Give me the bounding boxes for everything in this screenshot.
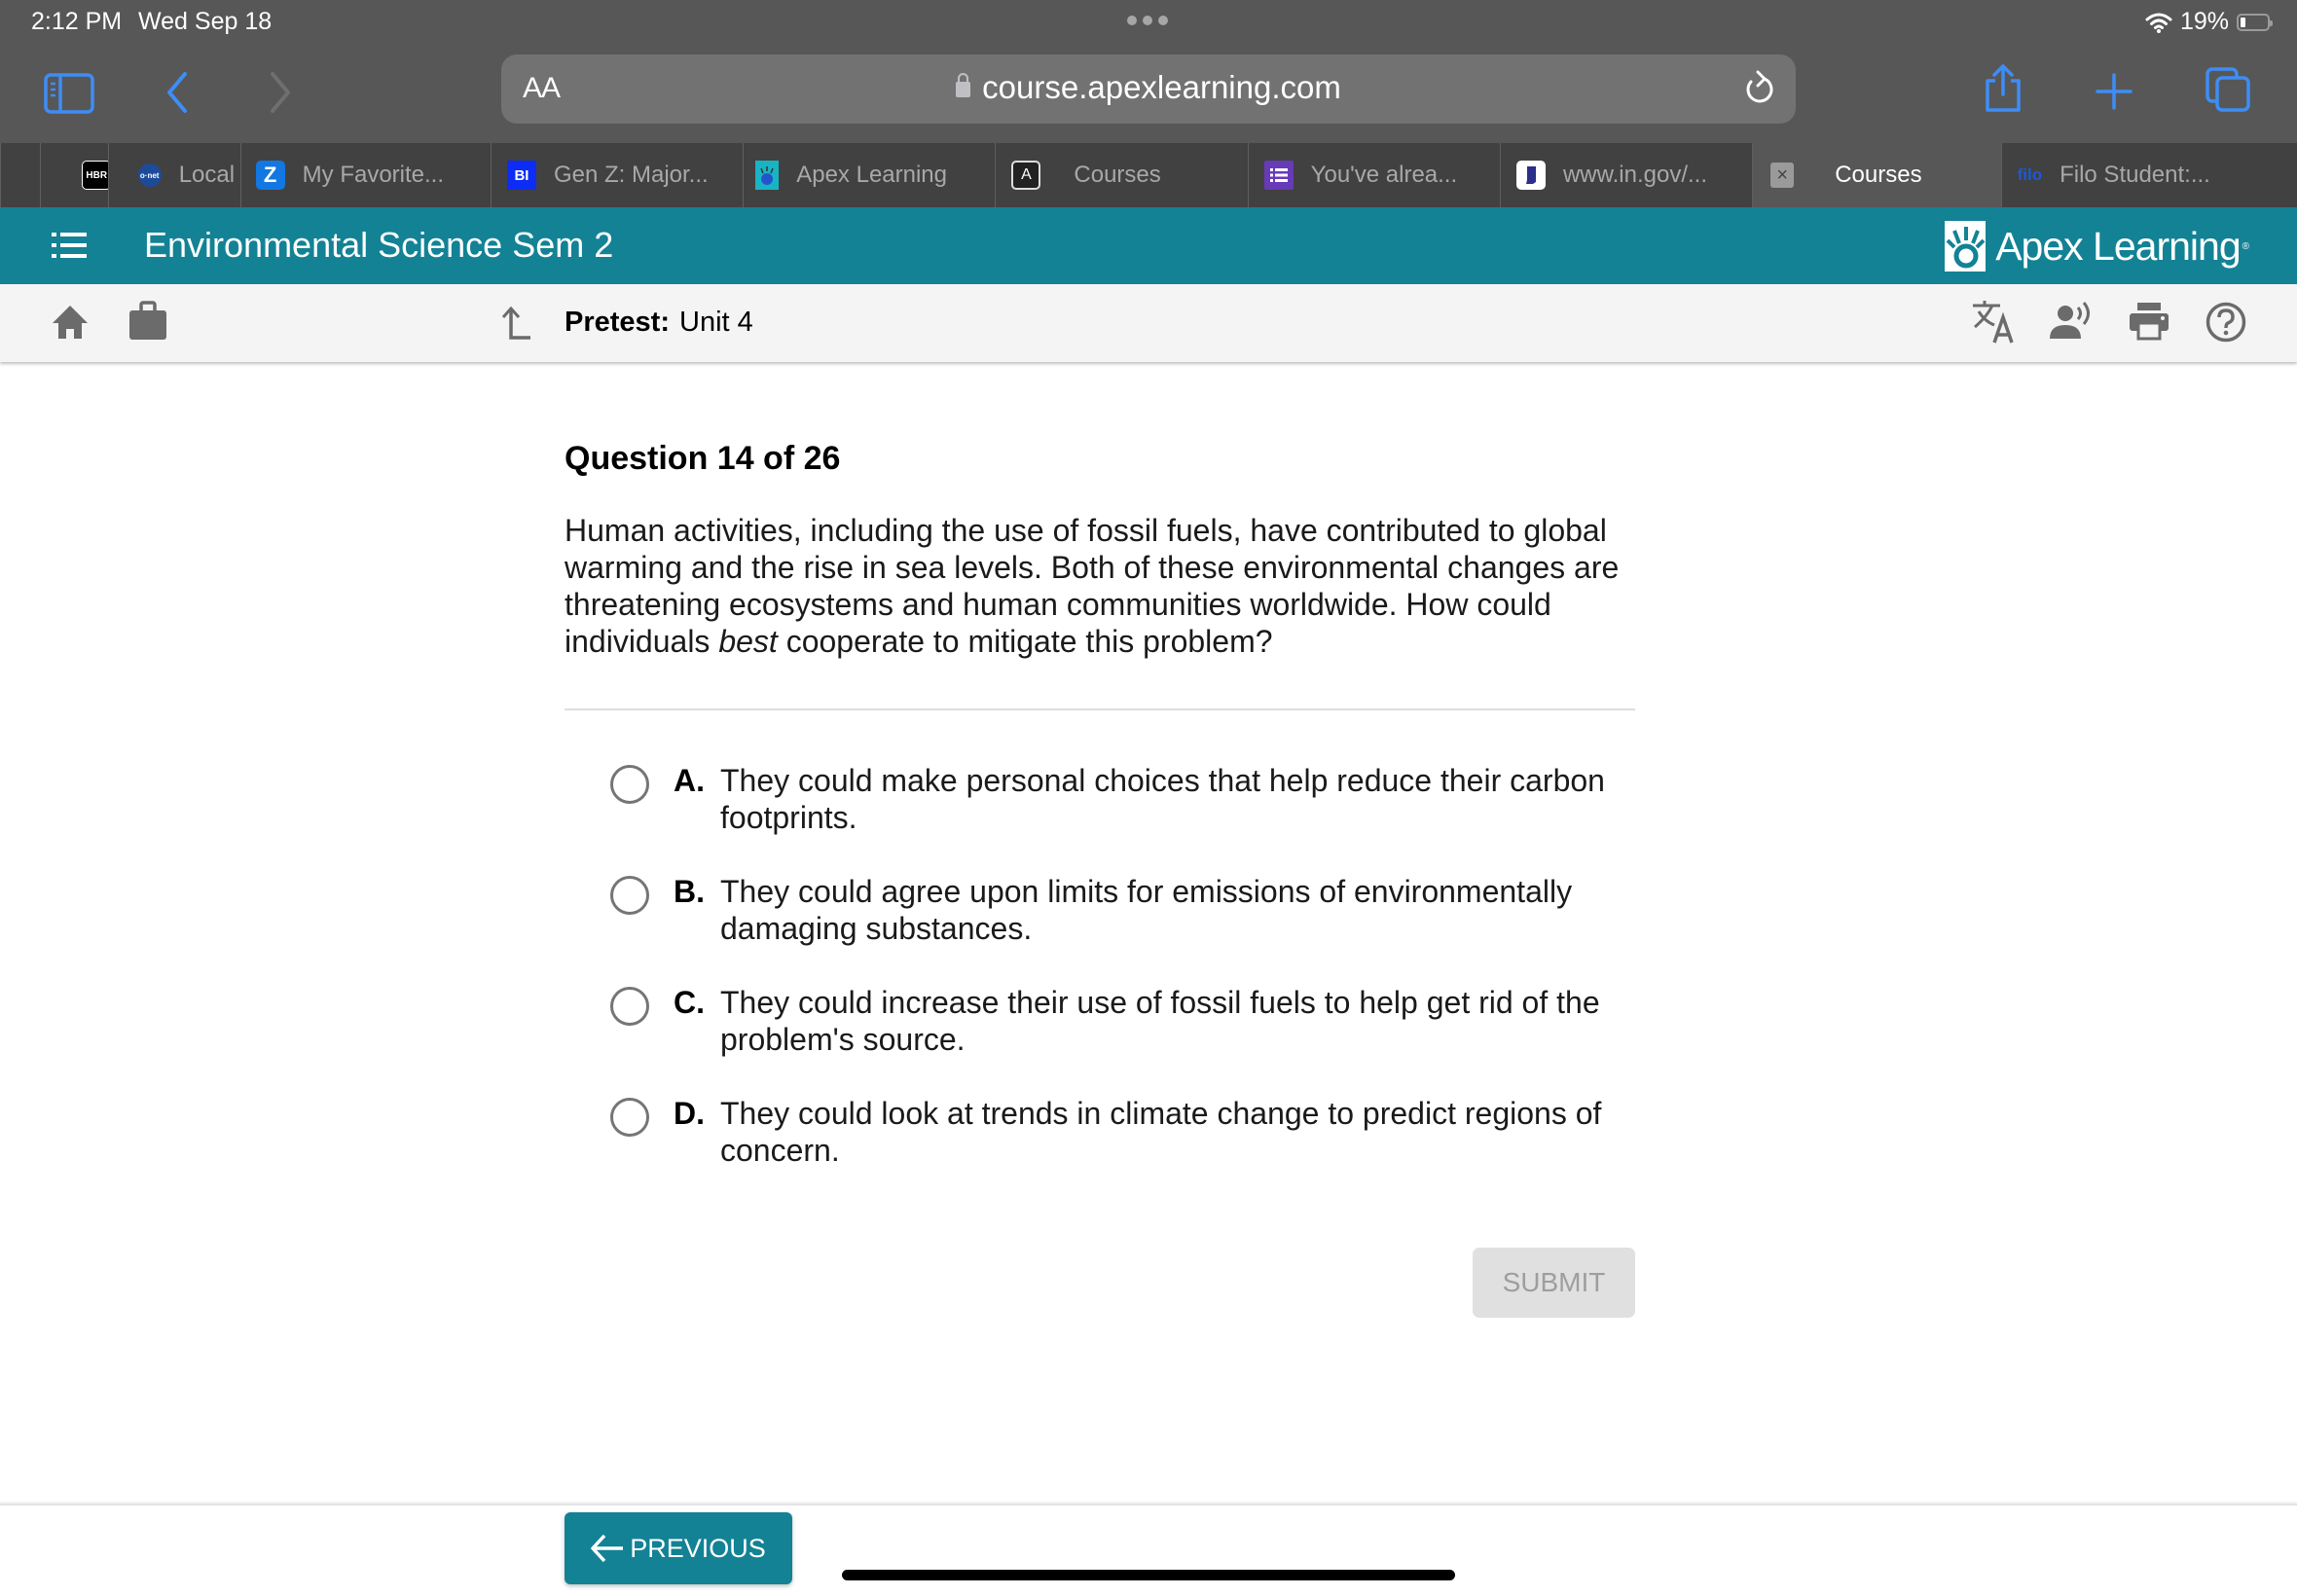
tab-label: Courses	[1835, 162, 1922, 188]
tab-label: Filo Student:...	[2060, 162, 2210, 188]
home-indicator[interactable]	[842, 1570, 1455, 1580]
assessment-toolbar: Pretest: Unit 4	[0, 284, 2297, 362]
filo-favicon-icon: filo	[2017, 165, 2043, 184]
back-icon[interactable]	[165, 71, 189, 114]
status-indicators: 19%	[2145, 8, 2273, 36]
course-header: Environmental Science Sem 2 Apex Learnin…	[0, 207, 2297, 284]
previous-label: PREVIOUS	[630, 1533, 766, 1563]
radio-button[interactable]	[610, 765, 649, 804]
new-tab-icon[interactable]	[2096, 73, 2133, 110]
tab-gen-z[interactable]: BI Gen Z: Major...	[490, 143, 743, 207]
option-letter: D.	[674, 1096, 705, 1131]
battery-percent: 19%	[2179, 8, 2229, 35]
apex-logo-icon	[1945, 221, 1987, 272]
battery-icon	[2237, 13, 2273, 31]
emphasis-text: best	[718, 624, 778, 659]
address-bar[interactable]: AA course.apexlearning.com	[501, 54, 1796, 124]
tab-pinned-left[interactable]	[0, 143, 40, 207]
url-display[interactable]: course.apexlearning.com	[501, 69, 1796, 106]
answer-option-c[interactable]: C. They could increase their use of foss…	[610, 984, 1661, 1058]
tab-bar: HBR o·net Local Z My Favorite... BI Gen …	[0, 143, 2297, 207]
status-date: Wed Sep 18	[138, 8, 273, 35]
option-letter: B.	[674, 874, 705, 909]
tab-apex-learning[interactable]: Apex Learning	[743, 143, 995, 207]
option-text: They could increase their use of fossil …	[720, 985, 1600, 1057]
zillow-favicon-icon: Z	[255, 161, 285, 190]
brand-name: Apex Learning	[1995, 223, 2241, 269]
home-icon[interactable]	[51, 304, 90, 341]
tab-google-form[interactable]: You've alrea...	[1247, 143, 1500, 207]
assessment-title: Pretest: Unit 4	[565, 307, 753, 339]
indiana-favicon-icon	[1515, 161, 1546, 190]
courses-a-favicon-icon: A	[1011, 161, 1041, 190]
url-text: course.apexlearning.com	[982, 69, 1341, 105]
option-text: They could agree upon limits for emissio…	[720, 874, 1573, 946]
close-tab-icon[interactable]: ×	[1770, 163, 1795, 188]
onet-favicon-icon: o·net	[137, 163, 162, 187]
tab-label: Local	[178, 162, 236, 188]
status-time: 2:12 PM	[31, 8, 123, 35]
tab-courses-1[interactable]: A Courses	[995, 143, 1247, 207]
print-icon[interactable]	[2129, 302, 2169, 341]
tab-label: www.in.gov/...	[1562, 162, 1707, 188]
radio-button[interactable]	[610, 876, 649, 915]
arrow-left-icon	[591, 1534, 624, 1563]
briefcase-icon[interactable]	[128, 301, 168, 342]
tab-filo[interactable]: filo Filo Student:...	[2000, 143, 2297, 207]
option-letter: C.	[674, 985, 705, 1020]
question-number: Question 14 of 26	[565, 440, 841, 477]
previous-button[interactable]: PREVIOUS	[565, 1512, 792, 1584]
submit-button[interactable]: SUBMIT	[1473, 1248, 1635, 1318]
lock-icon	[956, 73, 971, 97]
form-list-favicon-icon	[1263, 161, 1294, 190]
sidebar-icon[interactable]	[44, 73, 94, 114]
radio-button[interactable]	[610, 1098, 649, 1137]
tab-in-gov[interactable]: www.in.gov/...	[1499, 143, 1752, 207]
tab-label: Gen Z: Major...	[553, 162, 709, 188]
tab-label: Courses	[1074, 162, 1161, 188]
multitasking-dots[interactable]	[1127, 16, 1168, 25]
answer-option-d[interactable]: D. They could look at trends in climate …	[610, 1095, 1661, 1169]
help-icon[interactable]	[2206, 302, 2246, 343]
apex-learning-logo: Apex Learning ®	[1945, 221, 2249, 272]
option-letter: A.	[674, 763, 705, 798]
reload-icon[interactable]	[1743, 70, 1776, 107]
share-icon[interactable]	[1982, 63, 2024, 114]
bi-favicon-icon: BI	[506, 161, 536, 190]
question-prompt: Human activities, including the use of f…	[565, 513, 1620, 659]
radio-button[interactable]	[610, 987, 649, 1026]
forward-icon[interactable]	[269, 71, 292, 114]
hbr-favicon-icon: HBR	[82, 161, 108, 190]
tabs-icon[interactable]	[2205, 66, 2251, 113]
wifi-icon	[2145, 13, 2172, 33]
course-menu-icon[interactable]	[52, 233, 87, 258]
read-aloud-icon[interactable]	[2049, 302, 2094, 341]
tab-my-favorite[interactable]: Z My Favorite...	[239, 143, 491, 207]
assessment-name: Unit 4	[679, 307, 753, 338]
answer-option-b[interactable]: B. They could agree upon limits for emis…	[610, 873, 1661, 947]
tab-label: Apex Learning	[796, 162, 947, 188]
up-level-icon[interactable]	[499, 306, 532, 341]
footer-divider	[0, 1502, 2297, 1505]
tab-label: You've alrea...	[1310, 162, 1458, 188]
apex-favicon-icon	[755, 161, 780, 190]
option-text: They could look at trends in climate cha…	[720, 1096, 1602, 1168]
option-text: They could make personal choices that he…	[720, 763, 1605, 835]
answer-option-a[interactable]: A. They could make personal choices that…	[610, 762, 1661, 836]
tab-courses-active[interactable]: × Courses	[1752, 143, 2001, 207]
browser-chrome: 2:12 PM Wed Sep 18 19% AA course.apexlea…	[0, 0, 2297, 143]
assessment-type: Pretest:	[565, 307, 670, 338]
question-divider	[565, 708, 1635, 710]
tab-hbr[interactable]: HBR	[40, 143, 108, 207]
tab-label: My Favorite...	[302, 162, 445, 188]
tab-local[interactable]: o·net Local	[107, 143, 240, 207]
translate-icon[interactable]	[1971, 300, 2016, 345]
course-title: Environmental Science Sem 2	[144, 225, 614, 265]
